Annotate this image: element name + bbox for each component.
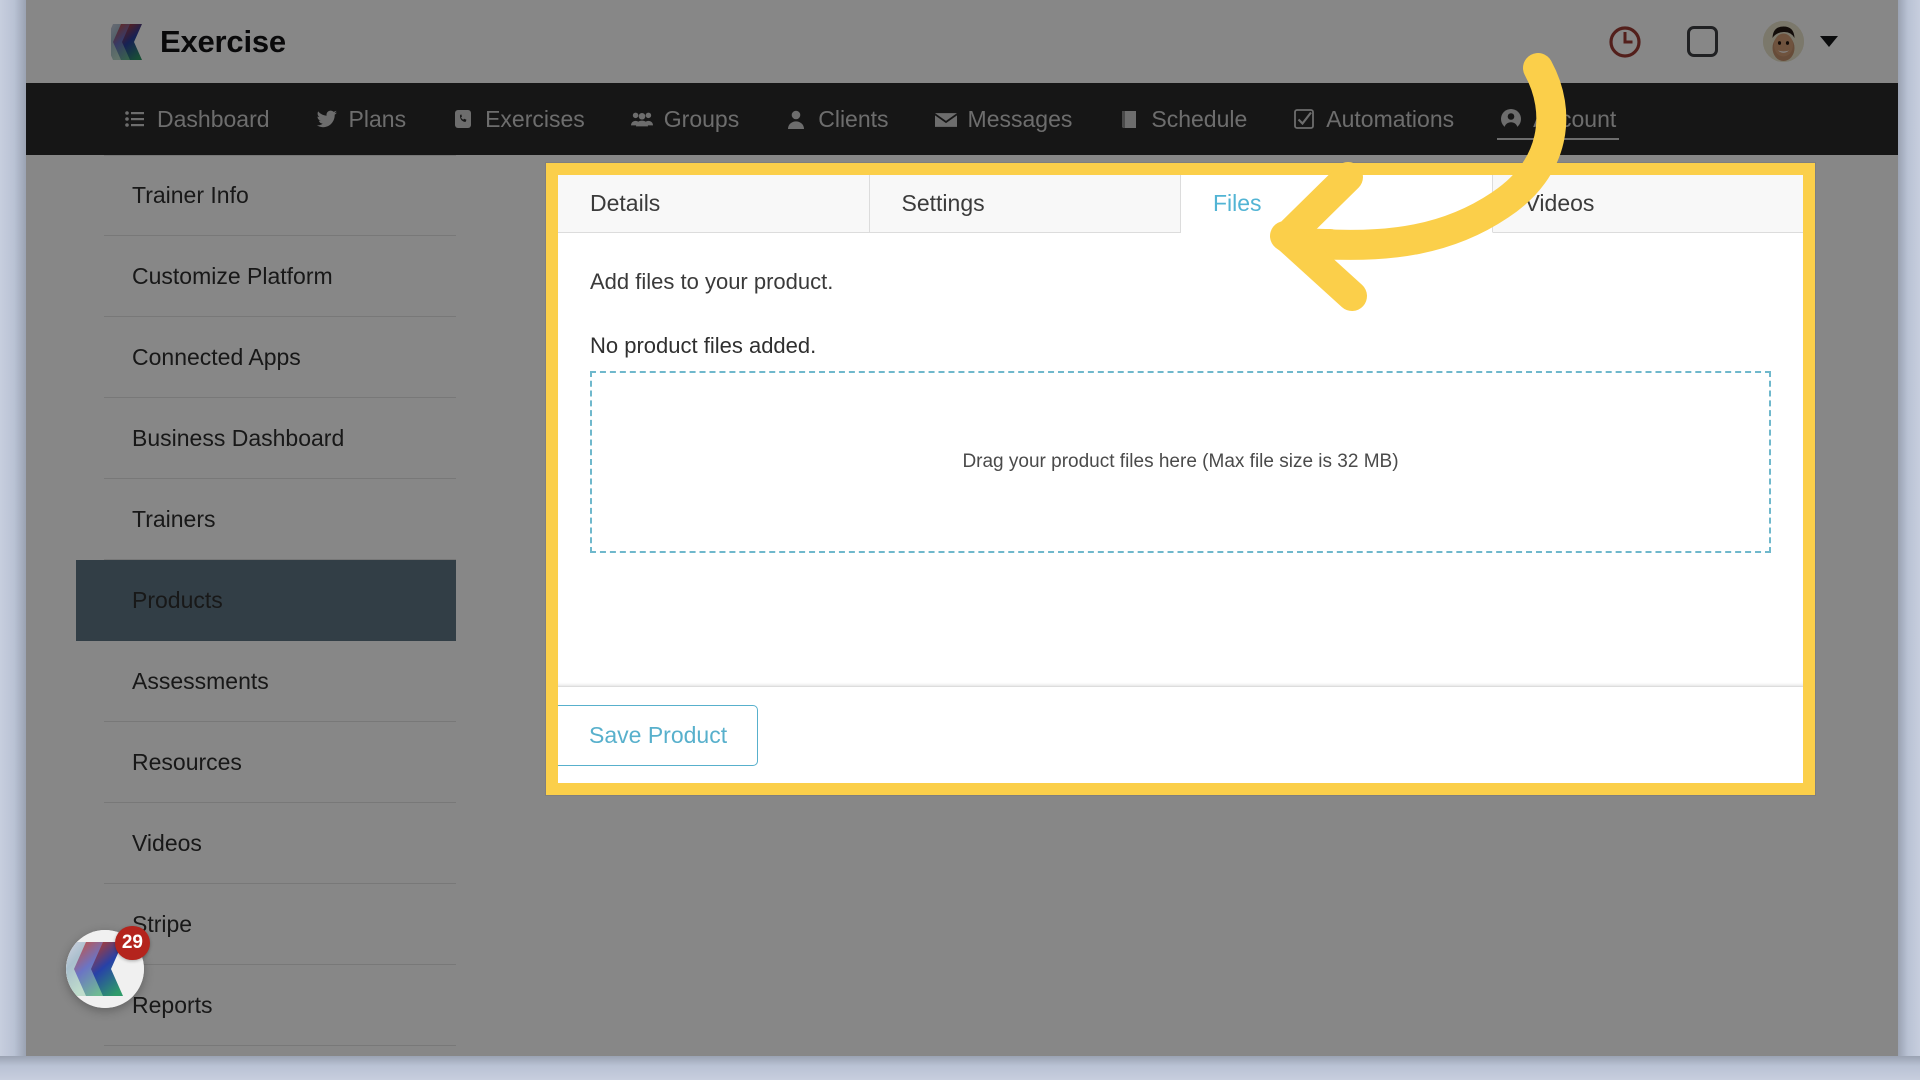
files-panel: Add files to your product. No product fi… xyxy=(558,233,1803,687)
tab-label: Videos xyxy=(1524,190,1595,216)
modal-footer: Save Product xyxy=(558,687,1803,783)
tab-label: Settings xyxy=(901,190,985,216)
files-lead-text: Add files to your product. xyxy=(590,269,834,294)
file-dropzone[interactable]: Drag your product files here (Max file s… xyxy=(590,371,1771,553)
modal-tabs: Details Settings Files Videos xyxy=(558,175,1803,233)
tab-settings[interactable]: Settings xyxy=(869,175,1181,232)
tab-videos[interactable]: Videos xyxy=(1492,175,1803,232)
window-edge-left xyxy=(0,0,26,1080)
dropzone-label: Drag your product files here (Max file s… xyxy=(962,451,1399,472)
app-root: Exercise Dashboard Plans Exercises Group… xyxy=(0,0,1920,1080)
window-edge-right xyxy=(1898,0,1920,1080)
chat-launcher[interactable]: 29 xyxy=(66,926,150,1008)
highlight-box: Details Settings Files Videos Add files … xyxy=(546,163,1815,795)
files-empty-text: No product files added. xyxy=(590,333,817,358)
chat-unread-badge: 29 xyxy=(114,926,150,960)
tab-files[interactable]: Files xyxy=(1181,175,1493,233)
tab-label: Details xyxy=(590,190,661,216)
product-modal: Details Settings Files Videos Add files … xyxy=(558,175,1803,783)
tab-label: Files xyxy=(1213,190,1262,216)
window-edge-bottom xyxy=(0,1056,1920,1080)
save-product-button[interactable]: Save Product xyxy=(558,704,759,766)
tab-details[interactable]: Details xyxy=(558,175,870,232)
